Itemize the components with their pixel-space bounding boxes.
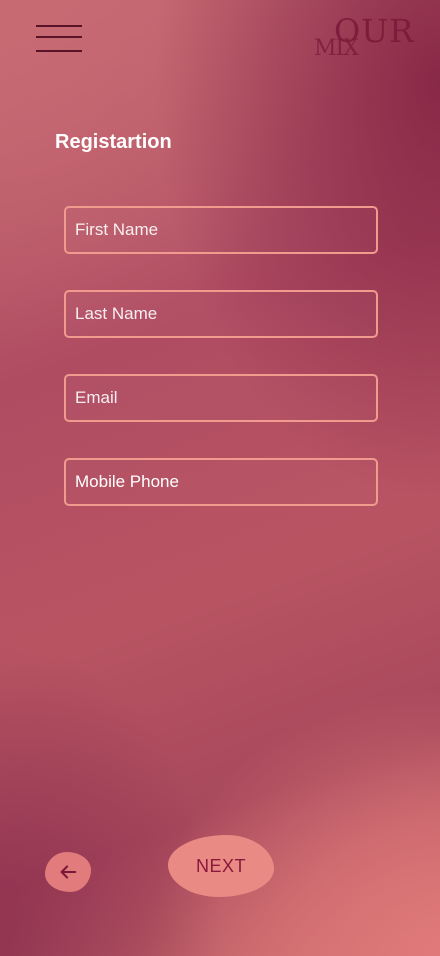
back-button[interactable] — [45, 852, 91, 892]
email-placeholder: Email — [75, 388, 118, 407]
first-name-placeholder: First Name — [75, 220, 159, 239]
last-name-field[interactable]: Last Name — [64, 290, 378, 338]
brand-logo: OUR MIX — [310, 10, 440, 70]
last-name-placeholder: Last Name — [75, 304, 158, 323]
menu-line — [36, 50, 82, 52]
first-name-field[interactable]: First Name — [64, 206, 378, 254]
arrow-left-icon — [60, 865, 77, 879]
logo-text-line2: MIX — [314, 36, 359, 61]
hamburger-menu-icon[interactable] — [36, 22, 84, 54]
mobile-phone-value: Mobile Phone — [75, 472, 179, 491]
page-title: Registartion — [55, 131, 172, 153]
menu-line — [36, 25, 82, 27]
menu-line — [36, 36, 82, 38]
email-field[interactable]: Email — [64, 374, 378, 422]
next-button[interactable]: NEXT — [168, 835, 274, 897]
mobile-phone-field[interactable]: Mobile Phone — [64, 458, 378, 506]
